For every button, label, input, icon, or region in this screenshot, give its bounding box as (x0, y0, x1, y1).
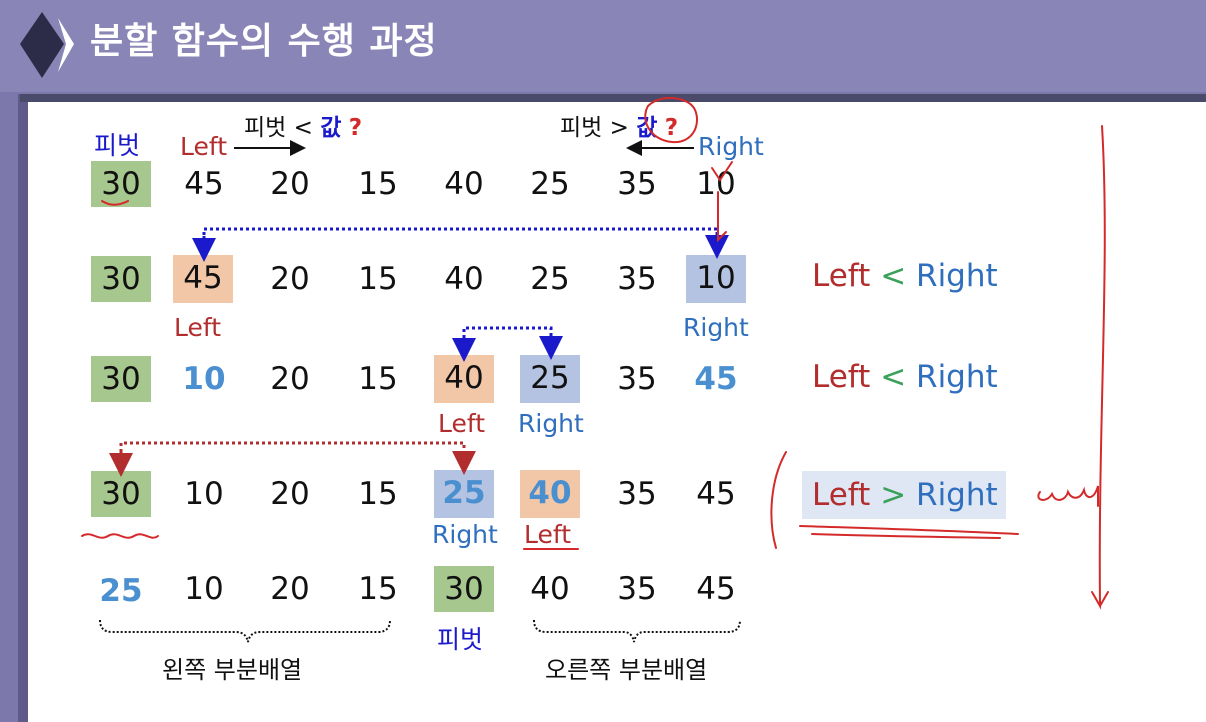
pivot-swap-connector (119, 441, 476, 475)
and-scribble (1037, 485, 1099, 507)
wave-underline-30 (81, 533, 159, 539)
down-stroke-10 (717, 191, 727, 243)
left-subarray-brace (99, 619, 391, 643)
right-vertical-stroke (1091, 125, 1109, 610)
right-subarray-brace (533, 619, 741, 643)
diagram-annotations (81, 97, 1109, 643)
underline-condition-2 (811, 533, 1001, 539)
underline-30 (101, 200, 129, 206)
tick-mark-10 (711, 161, 733, 182)
underline-condition (799, 525, 1019, 535)
swap-connector-2 (462, 326, 563, 360)
circle-mark (644, 97, 699, 144)
swap-connector-1 (202, 227, 729, 259)
hand-annotations (81, 97, 1109, 610)
bracket-left (770, 451, 787, 549)
